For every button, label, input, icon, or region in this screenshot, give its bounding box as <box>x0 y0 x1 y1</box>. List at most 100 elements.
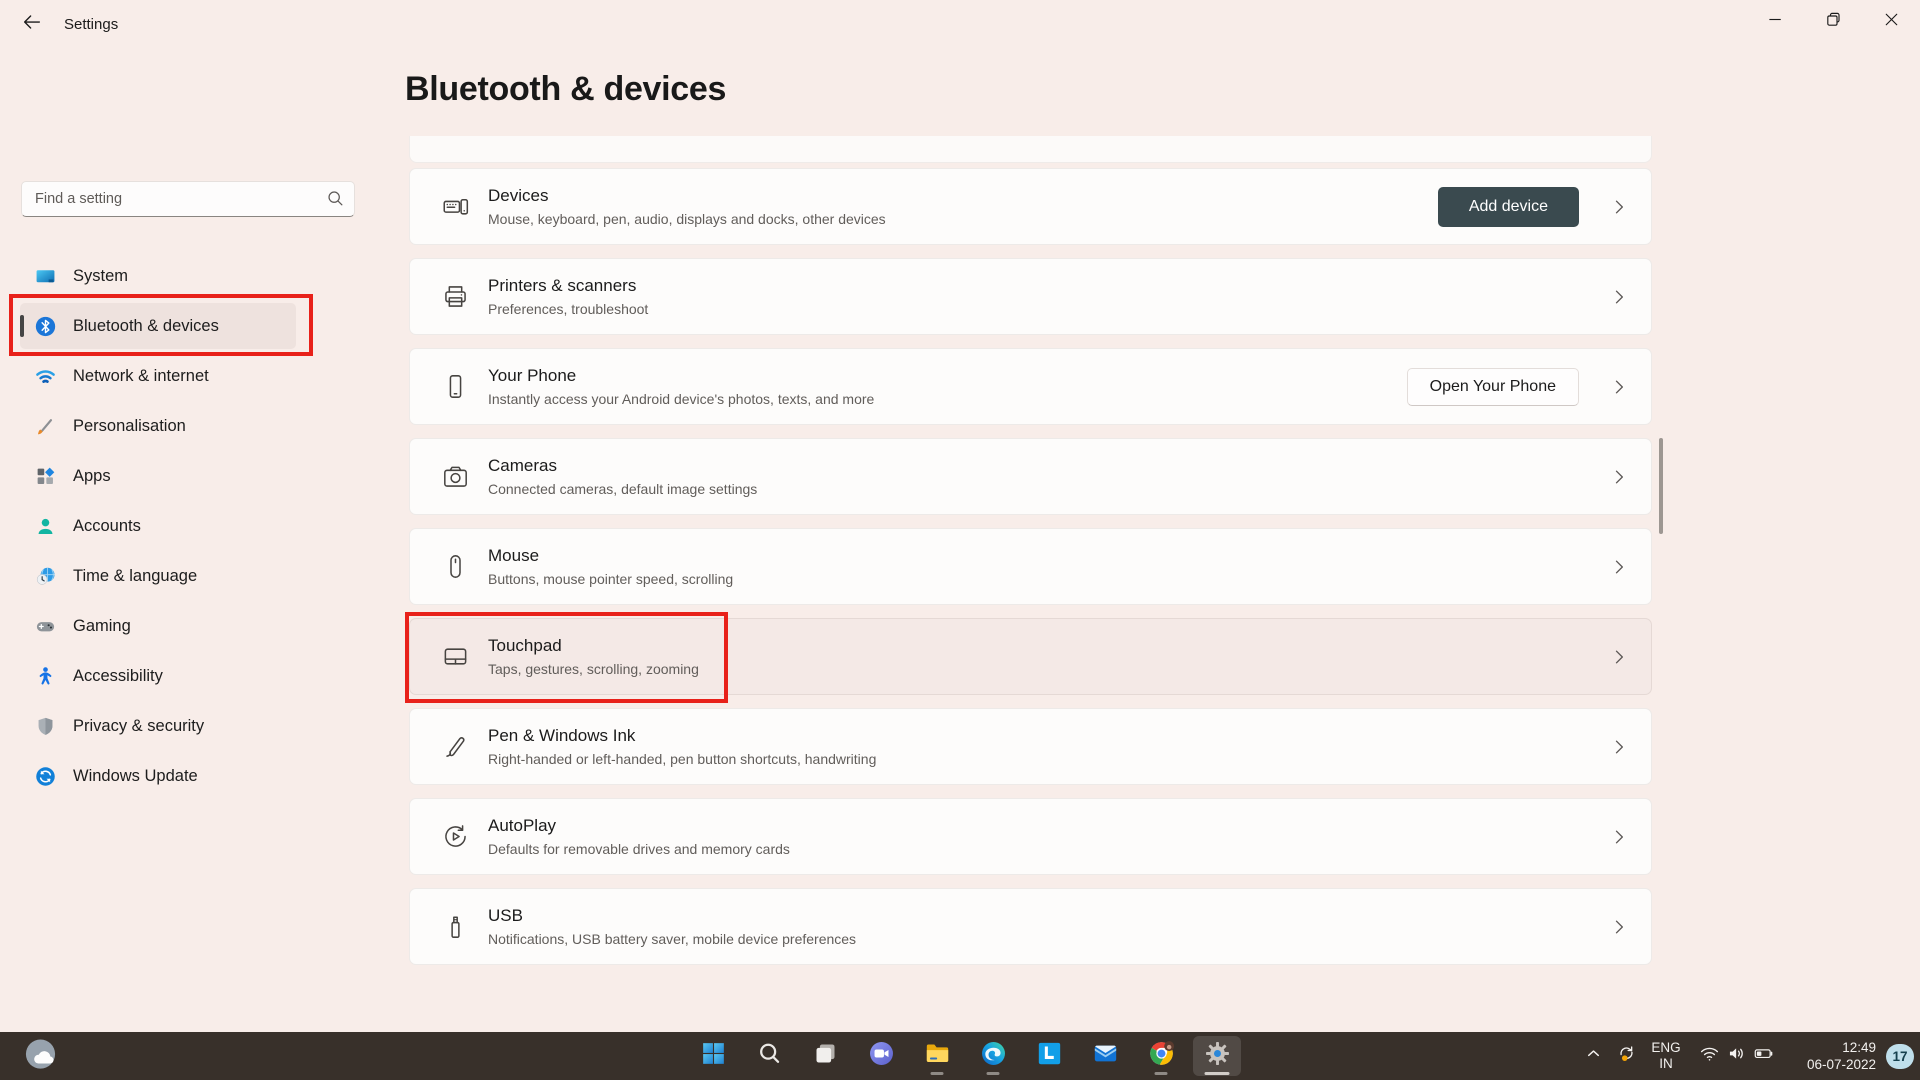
sidebar: System Bluetooth & devices Network & int… <box>0 48 360 1032</box>
sidebar-item-windows-update[interactable]: Windows Update <box>20 753 296 799</box>
row-pen-windows-ink[interactable]: Pen & Windows Ink Right-handed or left-h… <box>409 708 1652 785</box>
network-volume-battery-button[interactable] <box>1688 1036 1784 1076</box>
sidebar-item-bluetooth-devices[interactable]: Bluetooth & devices <box>20 303 296 349</box>
settings-taskbar-button[interactable] <box>1193 1036 1241 1076</box>
close-icon <box>1881 9 1902 35</box>
tray-time: 12:49 <box>1842 1039 1876 1056</box>
sidebar-nav: System Bluetooth & devices Network & int… <box>20 253 296 803</box>
autoplay-icon <box>442 823 469 850</box>
tray-overflow-button[interactable] <box>1578 1036 1608 1076</box>
sidebar-item-accessibility[interactable]: Accessibility <box>20 653 296 699</box>
sidebar-item-accounts[interactable]: Accounts <box>20 503 296 549</box>
l-app-icon <box>1036 1040 1063 1072</box>
taskbar-center <box>689 1036 1241 1076</box>
minimize-button[interactable] <box>1746 0 1804 44</box>
chevron-right-icon <box>1609 467 1629 487</box>
running-indicator <box>931 1072 944 1075</box>
open-your-phone-button[interactable]: Open Your Phone <box>1407 368 1579 406</box>
network-icon <box>35 366 56 387</box>
file-explorer-taskbar-button[interactable] <box>913 1036 961 1076</box>
l-app-taskbar-button[interactable] <box>1025 1036 1073 1076</box>
row-printers-scanners[interactable]: Printers & scanners Preferences, trouble… <box>409 258 1652 335</box>
touchpad-icon <box>442 643 469 670</box>
settings-gear-icon <box>1204 1040 1231 1072</box>
scrollbar-thumb[interactable] <box>1659 438 1663 534</box>
chevron-right-icon <box>1609 377 1629 397</box>
accounts-icon <box>35 516 56 537</box>
battery-icon <box>1753 1043 1774 1069</box>
language-line1: ENG <box>1651 1040 1680 1056</box>
chrome-taskbar-button[interactable] <box>1137 1036 1185 1076</box>
row-your-phone[interactable]: Your Phone Instantly access your Android… <box>409 348 1652 425</box>
chevron-right-icon <box>1609 737 1629 757</box>
titlebar: Settings <box>0 0 1920 48</box>
time-language-icon <box>35 566 56 587</box>
search-taskbar-button[interactable] <box>745 1036 793 1076</box>
sidebar-item-gaming[interactable]: Gaming <box>20 603 296 649</box>
usb-icon <box>442 913 469 940</box>
minimize-icon <box>1765 9 1786 35</box>
row-usb[interactable]: USB Notifications, USB battery saver, mo… <box>409 888 1652 965</box>
chevron-right-icon <box>1609 647 1629 667</box>
running-indicator <box>987 1072 1000 1075</box>
sidebar-item-time-language[interactable]: Time & language <box>20 553 296 599</box>
system-tray: ENG IN 12:49 06-07-2022 17 <box>1578 1032 1914 1080</box>
edge-taskbar-button[interactable] <box>969 1036 1017 1076</box>
sidebar-item-privacy-security[interactable]: Privacy & security <box>20 703 296 749</box>
privacy-icon <box>35 716 56 737</box>
sidebar-item-apps[interactable]: Apps <box>20 453 296 499</box>
gaming-icon <box>35 616 56 637</box>
row-cameras[interactable]: Cameras Connected cameras, default image… <box>409 438 1652 515</box>
chrome-icon <box>1148 1040 1175 1072</box>
sync-pending-icon <box>1616 1043 1637 1069</box>
restore-icon <box>1823 9 1844 35</box>
task-view-taskbar-button[interactable] <box>801 1036 849 1076</box>
devices-icon <box>442 193 469 220</box>
row-devices[interactable]: Devices Mouse, keyboard, pen, audio, dis… <box>409 168 1652 245</box>
sidebar-item-network-internet[interactable]: Network & internet <box>20 353 296 399</box>
file-explorer-icon <box>924 1040 951 1072</box>
chat-taskbar-button[interactable] <box>857 1036 905 1076</box>
notification-badge[interactable]: 17 <box>1886 1044 1914 1069</box>
chevron-up-icon <box>1583 1043 1604 1069</box>
back-button[interactable] <box>14 7 50 41</box>
row-touchpad[interactable]: Touchpad Taps, gestures, scrolling, zoom… <box>409 618 1652 695</box>
sidebar-item-personalisation[interactable]: Personalisation <box>20 403 296 449</box>
add-device-button[interactable]: Add device <box>1438 187 1579 227</box>
chevron-right-icon <box>1609 827 1629 847</box>
mail-taskbar-button[interactable] <box>1081 1036 1129 1076</box>
clock[interactable]: 12:49 06-07-2022 <box>1784 1036 1880 1076</box>
accessibility-icon <box>35 666 56 687</box>
wifi-icon <box>1699 1043 1720 1069</box>
mouse-icon <box>442 553 469 580</box>
tray-date: 06-07-2022 <box>1807 1056 1876 1073</box>
restore-button[interactable] <box>1804 0 1862 44</box>
start-taskbar-button[interactable] <box>689 1036 737 1076</box>
language-indicator[interactable]: ENG IN <box>1644 1036 1688 1076</box>
window-controls <box>1746 0 1920 44</box>
start-icon <box>700 1040 727 1072</box>
sync-status-button[interactable] <box>1608 1036 1644 1076</box>
edge-icon <box>980 1040 1007 1072</box>
taskbar-search-icon <box>756 1040 783 1072</box>
apps-icon <box>35 466 56 487</box>
row-autoplay[interactable]: AutoPlay Defaults for removable drives a… <box>409 798 1652 875</box>
language-line2: IN <box>1659 1056 1673 1072</box>
page-title: Bluetooth & devices <box>405 70 726 109</box>
sidebar-item-system[interactable]: System <box>20 253 296 299</box>
settings-window: Settings System Bluetooth & devices Netw… <box>0 0 1920 1080</box>
chat-icon <box>868 1040 895 1072</box>
chevron-right-icon <box>1609 197 1629 217</box>
running-indicator <box>1205 1072 1230 1075</box>
window-title: Settings <box>64 16 118 33</box>
settings-rows: Devices Mouse, keyboard, pen, audio, dis… <box>409 168 1652 978</box>
chevron-right-icon <box>1609 917 1629 937</box>
scrolled-card-remnant <box>409 136 1652 163</box>
personalisation-icon <box>35 416 56 437</box>
search-input[interactable] <box>21 181 355 217</box>
widgets-button[interactable] <box>23 1038 58 1073</box>
bluetooth-icon <box>35 316 56 337</box>
close-button[interactable] <box>1862 0 1920 44</box>
row-mouse[interactable]: Mouse Buttons, mouse pointer speed, scro… <box>409 528 1652 605</box>
system-icon <box>35 266 56 287</box>
